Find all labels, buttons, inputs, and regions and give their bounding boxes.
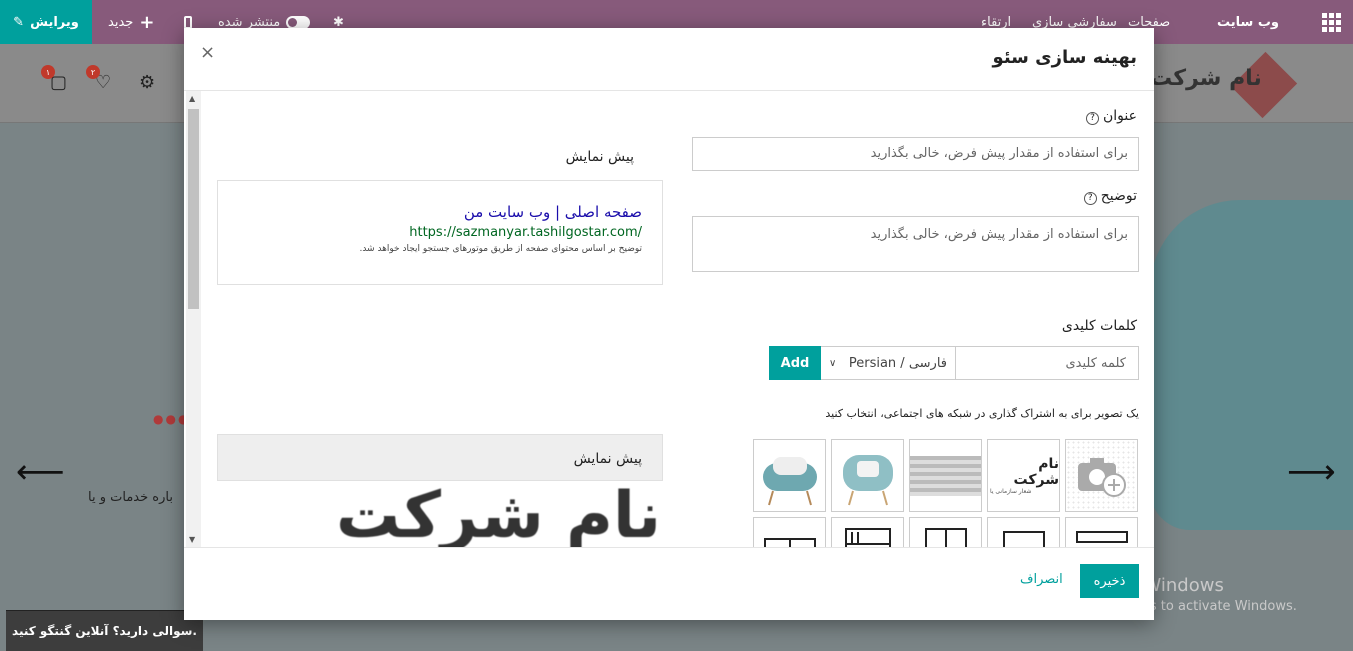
modal-body: ▲ ▼ عنوان? برای استفاده از مقدار پیش فرض…: [184, 91, 1154, 547]
scroll-down-icon[interactable]: ▼: [189, 535, 195, 544]
help-icon[interactable]: ?: [1086, 112, 1100, 125]
grid-icon: [1322, 12, 1341, 32]
cart-icon[interactable]: ▢ ۱: [41, 65, 67, 93]
language-selected: Persian / فارسی: [848, 355, 947, 371]
pencil-icon: ✎: [13, 14, 25, 30]
description-label: توضیح?: [1083, 188, 1137, 205]
add-keyword-button[interactable]: Add: [769, 346, 821, 380]
bookshelf-icon: [844, 527, 891, 547]
save-button[interactable]: ذخیره: [1080, 564, 1139, 598]
preview-description: توضیح بر اساس محتوای صفحه از طریق موتوره…: [359, 244, 642, 254]
modal-scrollbar[interactable]: ▲ ▼: [186, 91, 201, 547]
thumb-chair-1[interactable]: [753, 439, 826, 512]
seo-modal: بهینه سازی سئو × ▲ ▼ عنوان? برای استفاده…: [184, 28, 1154, 620]
close-icon[interactable]: ×: [200, 42, 215, 63]
title-placeholder: برای استفاده از مقدار پیش فرض، خالی بگذا…: [870, 146, 1128, 161]
search-preview-box: صفحه اصلی | وب سایت من https://sazmanyar…: [217, 180, 663, 285]
language-select[interactable]: ∨ Persian / فارسی: [821, 346, 956, 380]
modal-title: بهینه سازی سئو: [992, 47, 1137, 68]
tv-stand-icon: [1002, 530, 1045, 547]
thumb-bookshelf[interactable]: [831, 517, 904, 547]
scroll-thumb[interactable]: [188, 109, 199, 309]
brand-title[interactable]: وب سایت: [1217, 0, 1279, 44]
apps-menu-button[interactable]: [1322, 0, 1341, 44]
live-chat-button[interactable]: سوالی دارید؟ آنلاین گنتگو کنید.: [6, 610, 203, 651]
social-image-grid: نام شرکت شعار سازمانی یا: [753, 439, 1139, 547]
wardrobe-icon: [924, 527, 967, 547]
edit-button[interactable]: ✎ ویرایش: [0, 0, 92, 44]
thumb-logo-sub: شعار سازمانی یا: [990, 488, 1032, 495]
keywords-label: کلمات کلیدی: [1061, 318, 1137, 334]
description-placeholder: برای استفاده از مقدار پیش فرض، خالی بگذا…: [870, 227, 1128, 242]
upload-image-button[interactable]: [1065, 439, 1138, 512]
social-preview-logo-text: نام شرکت: [336, 481, 661, 547]
dresser-icon: [763, 537, 816, 547]
thumb-wardrobe[interactable]: [909, 517, 982, 547]
preview-url: https://sazmanyar.tashilgostar.com/: [409, 225, 642, 240]
kitchen-icon: [1075, 530, 1128, 543]
preview-page-title: صفحه اصلی | وب سایت من: [463, 203, 642, 221]
thumb-dresser[interactable]: [753, 517, 826, 547]
cart-badge: ۱: [41, 65, 55, 79]
description-textarea[interactable]: برای استفاده از مقدار پیش فرض، خالی بگذا…: [692, 216, 1139, 272]
new-button[interactable]: جدید +: [108, 0, 154, 44]
wishlist-badge: ۲: [86, 65, 100, 79]
mobile-icon: [184, 15, 192, 29]
title-label: عنوان?: [1086, 108, 1137, 125]
modal-header: بهینه سازی سئو ×: [184, 28, 1154, 91]
brand-label: وب سایت: [1217, 14, 1279, 30]
gradient-image: [910, 455, 981, 496]
keyword-placeholder: کلمه کلیدی: [1065, 355, 1126, 371]
company-logo-text: نام شرکت: [1150, 66, 1262, 91]
edit-label: ویرایش: [30, 14, 79, 30]
carousel-next-icon[interactable]: ⟶: [1287, 452, 1336, 492]
keyword-input[interactable]: کلمه کلیدی: [956, 346, 1139, 380]
gear-icon[interactable]: ⚙: [139, 72, 155, 93]
plus-icon: +: [139, 11, 155, 33]
social-preview-image: نام شرکت: [217, 481, 663, 547]
social-preview-header: پیش نمایش: [217, 434, 663, 481]
title-label-text: عنوان: [1103, 108, 1137, 124]
thumb-logo[interactable]: نام شرکت شعار سازمانی یا: [987, 439, 1060, 512]
chair-icon: [842, 454, 893, 505]
new-label: جدید: [108, 14, 134, 30]
thumb-tv-stand[interactable]: [987, 517, 1060, 547]
keywords-group: Add ∨ Persian / فارسی کلمه کلیدی: [769, 346, 1139, 380]
description-label-text: توضیح: [1100, 188, 1137, 204]
toggle-icon: [286, 15, 311, 29]
heart-icon[interactable]: ♡ ۲: [86, 65, 111, 93]
scroll-up-icon[interactable]: ▲: [189, 94, 195, 103]
camera-plus-icon: [1077, 457, 1126, 497]
cancel-button[interactable]: انصراف: [1020, 572, 1063, 587]
thumb-logo-text: نام شرکت: [1013, 456, 1059, 488]
thumb-chair-2[interactable]: [831, 439, 904, 512]
search-preview-label: پیش نمایش: [565, 149, 634, 165]
modal-footer: ذخیره انصراف: [184, 547, 1154, 620]
hero-text: باره خدمات و یا: [88, 490, 173, 505]
title-input[interactable]: برای استفاده از مقدار پیش فرض، خالی بگذا…: [692, 137, 1139, 171]
help-icon[interactable]: ?: [1083, 192, 1097, 205]
chevron-down-icon: ∨: [829, 357, 837, 369]
chair-icon: [762, 456, 817, 505]
thumb-kitchen[interactable]: [1065, 517, 1138, 547]
social-preview-label: پیش نمایش: [573, 451, 642, 467]
thumb-gradient[interactable]: [909, 439, 982, 512]
carousel-prev-icon[interactable]: ⟵: [16, 452, 65, 492]
image-hint: یک تصویر برای به اشتراک گذاری در شبکه ها…: [825, 407, 1139, 420]
